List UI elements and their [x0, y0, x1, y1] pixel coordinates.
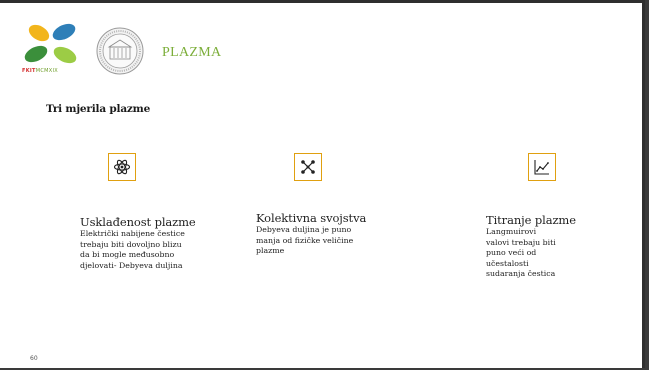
university-seal [96, 27, 144, 75]
criterion-heading: Usklađenost plazme [80, 215, 196, 229]
header-title: PLAZMA [162, 45, 222, 60]
logo-text: FKITMCMXIX [22, 68, 59, 74]
criterion-description: Langmuirovi valovi trebaju biti puno već… [486, 227, 556, 278]
network-icon [301, 160, 315, 174]
criterion-icon-box [528, 153, 556, 181]
line-chart-icon [534, 160, 549, 175]
atom-icon [113, 159, 131, 175]
fkit-logo [24, 23, 77, 64]
criterion-icon-box [108, 153, 136, 181]
page-number: 60 [30, 355, 38, 362]
criterion-description: Električki nabijene čestice trebaju biti… [80, 229, 185, 270]
criterion-description: Debyeva duljina je puno manja od fizičke… [256, 225, 354, 255]
criterion-heading: Kolektivna svojstva [256, 211, 367, 225]
criterion-icon-box [294, 153, 322, 181]
section-title: Tri mjerila plazme [46, 103, 151, 115]
slide: FKITMCMXIX PLAZMA Tri mjerila plazme Usk… [0, 0, 645, 368]
criterion-heading: Titranje plazme [486, 213, 576, 227]
